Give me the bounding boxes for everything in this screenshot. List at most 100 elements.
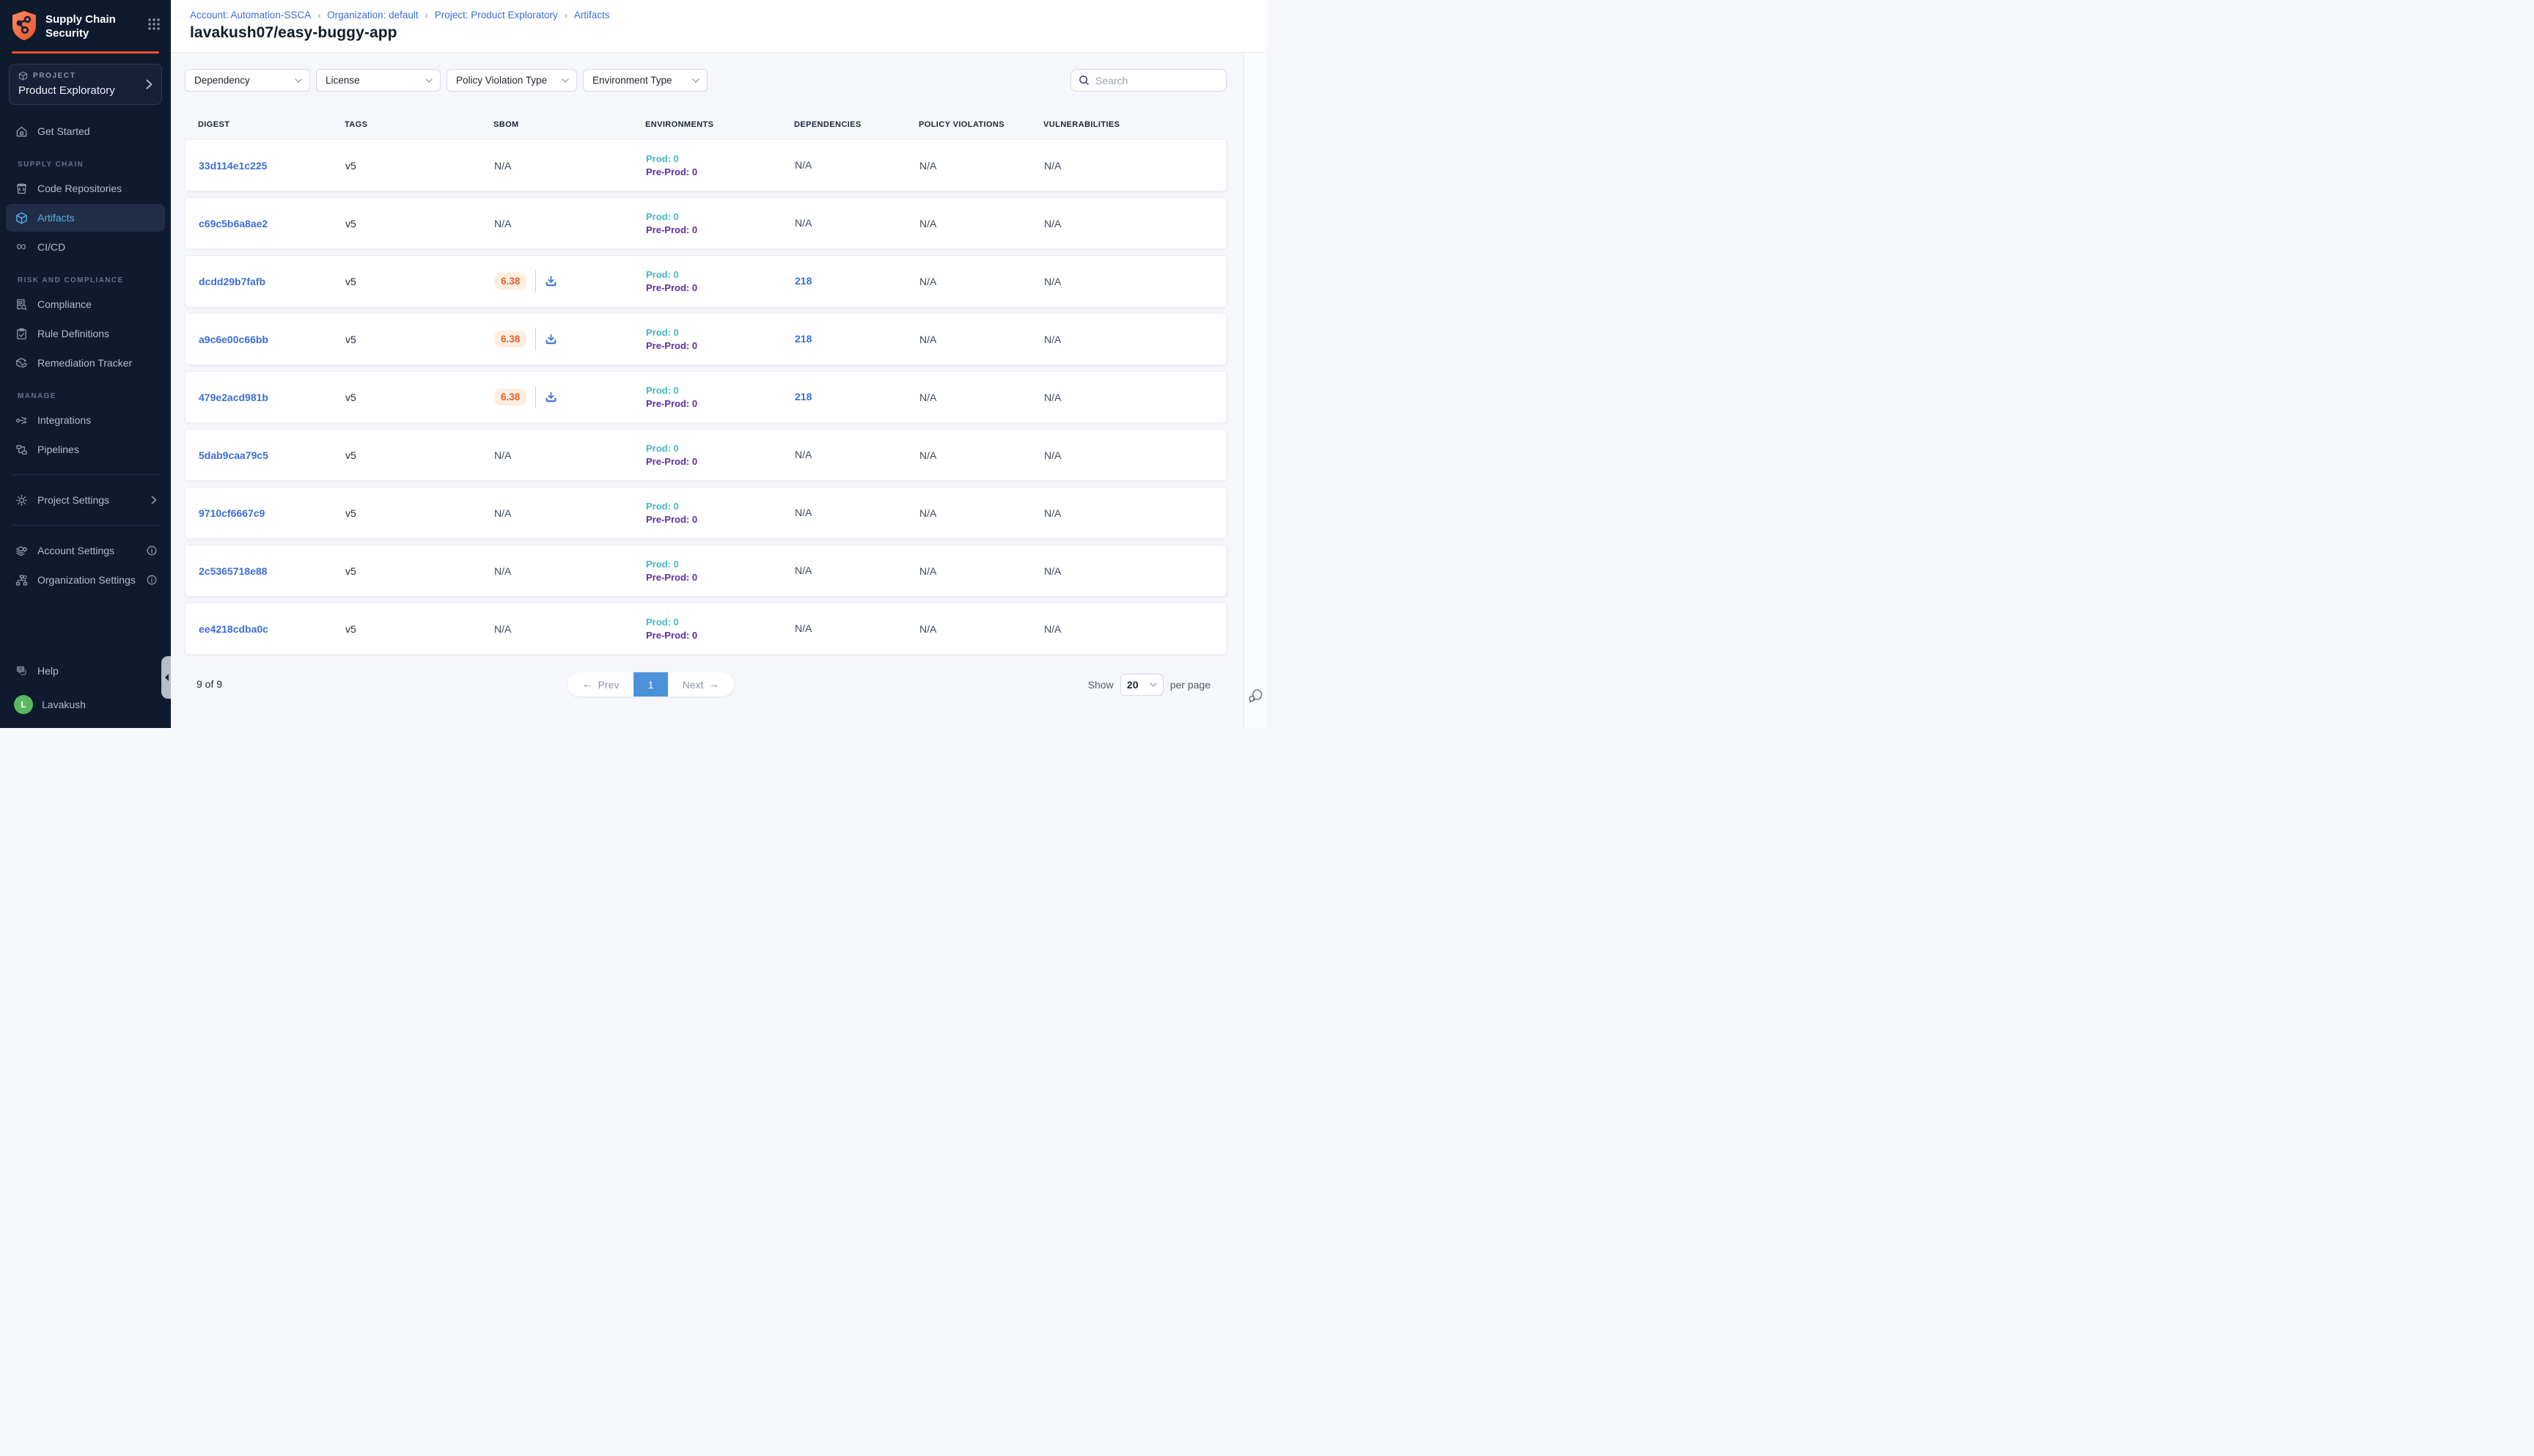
user-menu[interactable]: L Lavakush (6, 691, 165, 718)
environments-cell: Prod: 0 Pre-Prod: 0 (646, 153, 795, 177)
next-label: Next (683, 679, 704, 691)
breadcrumb-account-link[interactable]: Account: Automation-SSCA (190, 10, 311, 21)
sidebar-item-artifacts[interactable]: Artifacts (6, 204, 165, 232)
chevron-down-icon (692, 78, 699, 83)
dependencies-na: N/A (795, 217, 812, 229)
home-icon (14, 125, 29, 138)
search-box (1070, 69, 1227, 92)
digest-link[interactable]: dcdd29b7fafb (199, 276, 345, 287)
divider (12, 525, 159, 526)
digest-link[interactable]: 9710cf6667c9 (199, 507, 345, 519)
accent-divider (12, 51, 159, 54)
info-icon[interactable] (147, 545, 157, 556)
sidebar-item-integrations[interactable]: Integrations (6, 406, 165, 434)
digest-link[interactable]: 2c5365718e88 (199, 565, 345, 577)
sidebar-item-label: Account Settings (37, 545, 114, 556)
tag-value: v5 (345, 218, 494, 229)
dependencies-link[interactable]: 218 (795, 333, 812, 345)
dependencies-cell: N/A (795, 217, 919, 230)
search-input[interactable] (1095, 75, 1228, 87)
sidebar-item-cicd[interactable]: ∞ CI/CD (6, 233, 165, 261)
prev-page-button[interactable]: ← Prev (568, 672, 634, 696)
sidebar-item-compliance[interactable]: Compliance (6, 290, 165, 318)
digest-link[interactable]: 5dab9caa79c5 (199, 449, 345, 461)
sbom-cell: N/A (494, 565, 646, 577)
page-1-button[interactable]: 1 (634, 672, 668, 696)
breadcrumb-project-link[interactable]: Project: Product Exploratory (435, 10, 558, 21)
dependency-filter-select[interactable]: Dependency (185, 69, 310, 92)
pagination: ← Prev 1 Next → (568, 672, 734, 696)
column-header-tags: TAGS (345, 120, 493, 129)
dependencies-na: N/A (795, 159, 812, 171)
supply-chain-security-logo (10, 10, 38, 41)
artifact-rows: 33d114e1c225 v5 N/A Prod: 0 (185, 139, 1227, 655)
sidebar-item-project-settings[interactable]: Project Settings (6, 486, 165, 514)
environment-type-filter-select[interactable]: Environment Type (583, 69, 708, 92)
policy-violation-type-filter-select[interactable]: Policy Violation Type (447, 69, 577, 92)
next-page-button[interactable]: Next → (668, 672, 734, 696)
sidebar-item-help[interactable]: ? Help (6, 657, 165, 685)
integrations-icon (14, 414, 29, 427)
filter-label: Dependency (194, 75, 289, 86)
module-grid-icon[interactable] (147, 18, 161, 31)
download-sbom-button[interactable] (545, 333, 557, 345)
sbom-score-badge: 6.38 (494, 273, 526, 290)
chevron-down-icon (1150, 683, 1157, 687)
project-selector[interactable]: PROJECT Product Exploratory (9, 64, 162, 105)
sidebar-item-label: Pipelines (37, 444, 79, 455)
sidebar-item-pipelines[interactable]: Pipelines (6, 435, 165, 463)
environments-cell: Prod: 0 Pre-Prod: 0 (646, 443, 795, 467)
sidebar-item-get-started[interactable]: Get Started (6, 117, 165, 145)
chevron-down-icon (425, 78, 433, 83)
chat-support-icon[interactable] (1248, 687, 1264, 703)
license-filter-select[interactable]: License (316, 69, 441, 92)
sidebar-collapse-handle[interactable] (161, 656, 171, 699)
sidebar-item-organization-settings[interactable]: Organization Settings (6, 566, 165, 594)
sidebar-item-rule-definitions[interactable]: Rule Definitions (6, 320, 165, 348)
preprod-count: Pre-Prod: 0 (646, 340, 795, 351)
policy-violations-value: N/A (919, 334, 1044, 345)
sidebar-item-label: Project Settings (37, 494, 109, 506)
policy-violations-value: N/A (919, 218, 1044, 229)
sidebar-item-remediation-tracker[interactable]: Remediation Tracker (6, 349, 165, 377)
user-name: Lavakush (42, 699, 86, 710)
dependencies-link[interactable]: 218 (795, 275, 812, 287)
download-sbom-button[interactable] (545, 275, 557, 287)
main-area: Account: Automation-SSCA › Organization:… (171, 0, 1267, 728)
sidebar-item-code-repositories[interactable]: Code Repositories (6, 174, 165, 202)
sbom-score-group: 6.38 (494, 271, 557, 293)
project-label: PROJECT (33, 72, 76, 80)
sidebar: Supply Chain Security (0, 0, 171, 728)
dependencies-na: N/A (795, 622, 812, 634)
vulnerabilities-value: N/A (1044, 507, 1226, 519)
digest-link[interactable]: a9c6e00c66bb (199, 334, 345, 345)
gear-icon (14, 494, 29, 507)
column-header-digest: DIGEST (198, 120, 345, 129)
info-icon[interactable] (147, 575, 157, 585)
page-size-select[interactable]: 20 (1120, 674, 1164, 696)
sidebar-item-account-settings[interactable]: Account Settings (6, 537, 165, 565)
digest-link[interactable]: 33d114e1c225 (199, 160, 345, 172)
breadcrumb-artifacts-link[interactable]: Artifacts (574, 10, 610, 21)
vulnerabilities-value: N/A (1044, 623, 1226, 635)
arrow-left-icon: ← (582, 678, 593, 691)
sbom-cell: 6.38 (494, 386, 646, 408)
avatar: L (14, 695, 33, 714)
digest-link[interactable]: ee4218cdba0c (199, 623, 345, 635)
vulnerabilities-value: N/A (1044, 160, 1226, 172)
sbom-na: N/A (494, 449, 511, 461)
search-icon (1079, 75, 1090, 86)
vulnerabilities-value: N/A (1044, 391, 1226, 403)
page-size-control: Show 20 per page (1088, 674, 1211, 696)
breadcrumb-organization-link[interactable]: Organization: default (327, 10, 419, 21)
prod-count: Prod: 0 (646, 211, 795, 222)
digest-link[interactable]: 479e2acd981b (199, 391, 345, 403)
sbom-cell: N/A (494, 218, 646, 229)
dependencies-link[interactable]: 218 (795, 391, 812, 402)
tag-value: v5 (345, 623, 494, 635)
download-sbom-button[interactable] (545, 391, 557, 403)
digest-link[interactable]: c69c5b6a8ae2 (199, 218, 345, 229)
cube-icon (14, 212, 29, 224)
policy-violations-value: N/A (919, 276, 1044, 287)
document-search-icon (14, 298, 29, 311)
